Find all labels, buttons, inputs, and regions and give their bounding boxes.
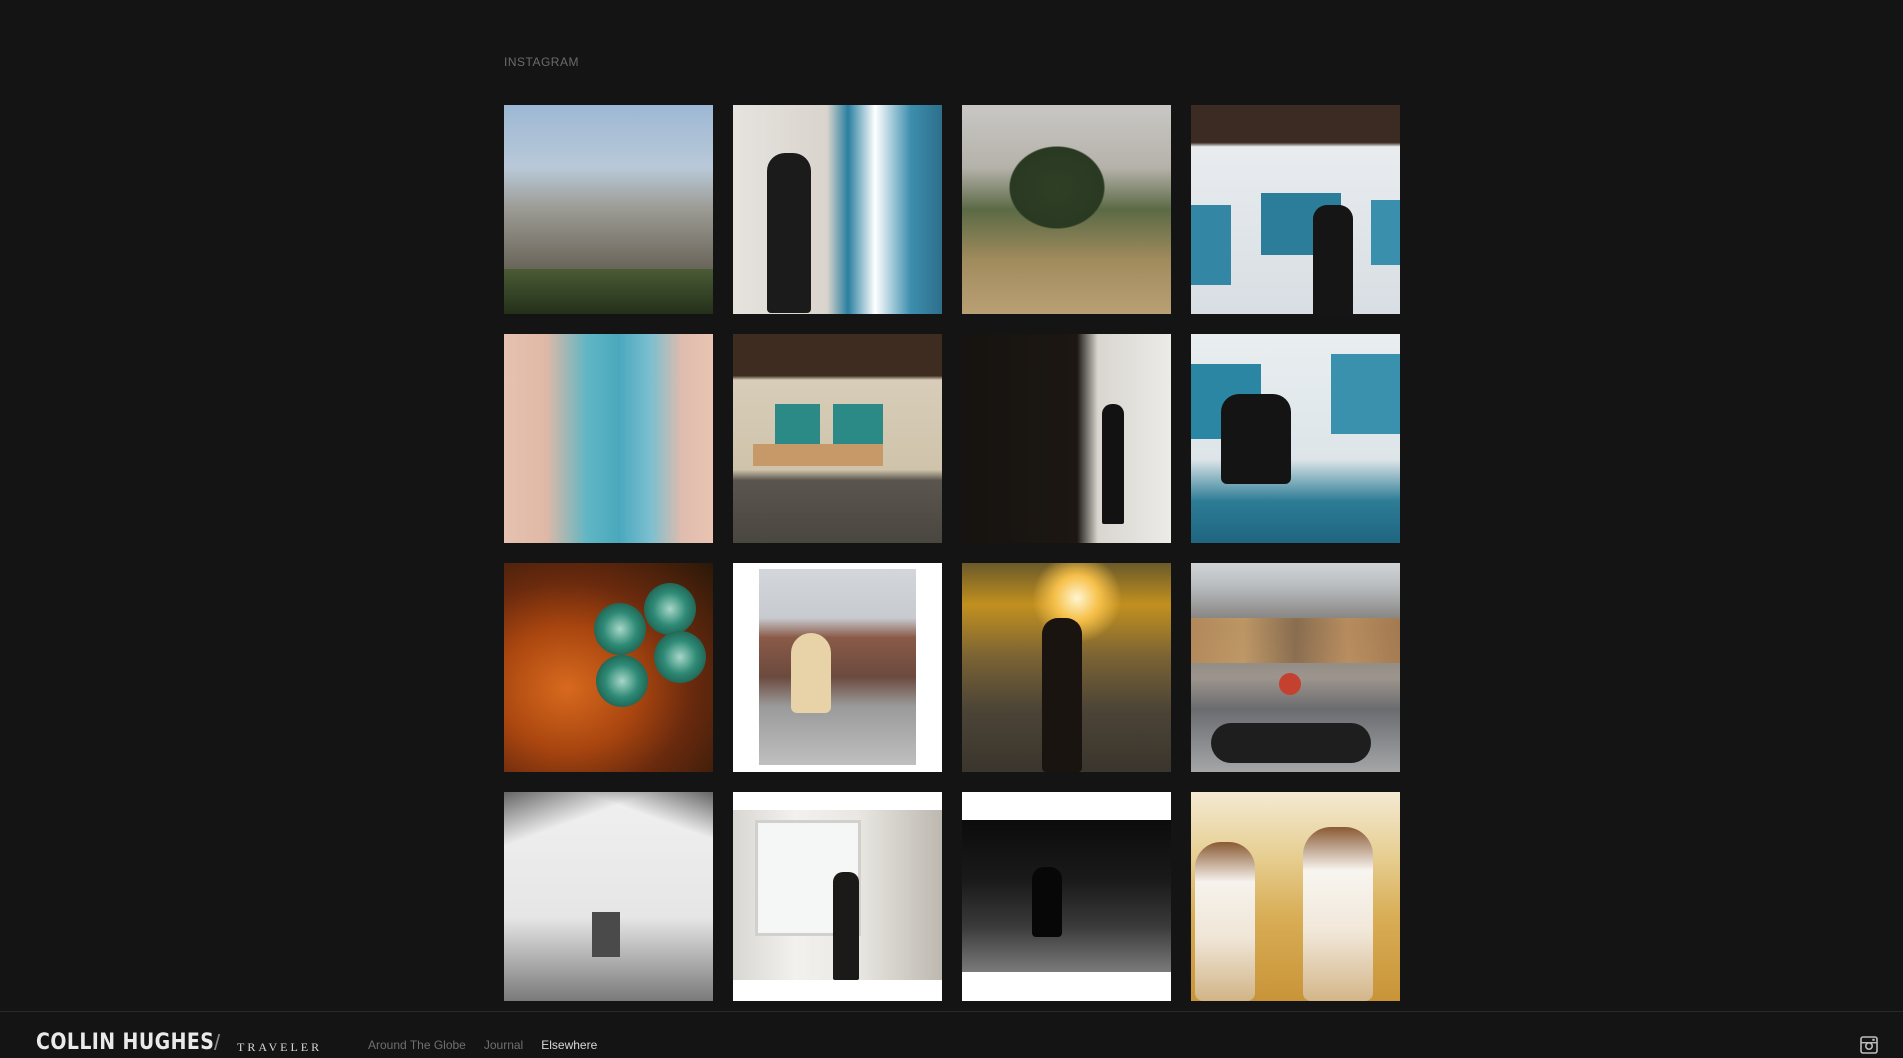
- doorway-man-photo: [962, 334, 1171, 543]
- two-women-photo: [1191, 792, 1400, 1001]
- city-aerial-photo: [504, 105, 713, 314]
- artist-working-photo: [1191, 334, 1400, 543]
- instagram-photo-5[interactable]: [504, 334, 713, 543]
- footer-nav: Around The Globe Journal Elsewhere: [368, 1038, 597, 1052]
- instagram-photo-7[interactable]: [962, 334, 1171, 543]
- bw-wall-photo: [504, 792, 713, 1001]
- nav-item-around-the-globe[interactable]: Around The Globe: [368, 1038, 466, 1052]
- instagram-photo-2[interactable]: [733, 105, 942, 314]
- nav-item-journal[interactable]: Journal: [484, 1038, 523, 1052]
- instagram-photo-14[interactable]: [733, 792, 942, 1001]
- instagram-photo-12[interactable]: [1191, 563, 1400, 772]
- instagram-photo-13[interactable]: [504, 792, 713, 1001]
- instagram-icon[interactable]: [1860, 1036, 1878, 1054]
- instagram-photo-9[interactable]: [504, 563, 713, 772]
- instagram-photo-4[interactable]: [1191, 105, 1400, 314]
- sunset-street-photo: [962, 563, 1171, 772]
- abstract-paint-photo: [504, 334, 713, 543]
- instagram-photo-3[interactable]: [962, 105, 1171, 314]
- site-brand[interactable]: COLLIN HUGHES: [36, 1030, 214, 1055]
- instagram-photo-15[interactable]: [962, 792, 1171, 1001]
- night-cyclist-photo: [962, 792, 1171, 1001]
- graffiti-wall-photo: [1191, 563, 1400, 772]
- instagram-photo-1[interactable]: [504, 105, 713, 314]
- footer-bar: COLLIN HUGHES / TRAVELER Around The Glob…: [0, 1011, 1903, 1058]
- instagram-photo-11[interactable]: [962, 563, 1171, 772]
- spray-cans-photo: [504, 563, 713, 772]
- artist-painting-photo: [733, 105, 942, 314]
- nav-item-elsewhere[interactable]: Elsewhere: [541, 1038, 597, 1052]
- page: INSTAGRAM COLLIN HUGHES / TRAVELER Aroun…: [0, 0, 1903, 1058]
- hillside-trees-photo: [962, 105, 1171, 314]
- studio-painting-photo: [1191, 105, 1400, 314]
- street-children-photo: [733, 563, 942, 772]
- instagram-photo-10[interactable]: [733, 563, 942, 772]
- brand-subtitle: TRAVELER: [237, 1040, 323, 1054]
- section-title: INSTAGRAM: [504, 55, 579, 69]
- instagram-photo-16[interactable]: [1191, 792, 1400, 1001]
- studio-table-photo: [733, 334, 942, 543]
- instagram-grid: [504, 105, 1400, 1001]
- instagram-photo-6[interactable]: [733, 334, 942, 543]
- window-studio-photo: [733, 792, 942, 1001]
- brand-separator: /: [214, 1030, 221, 1055]
- instagram-photo-8[interactable]: [1191, 334, 1400, 543]
